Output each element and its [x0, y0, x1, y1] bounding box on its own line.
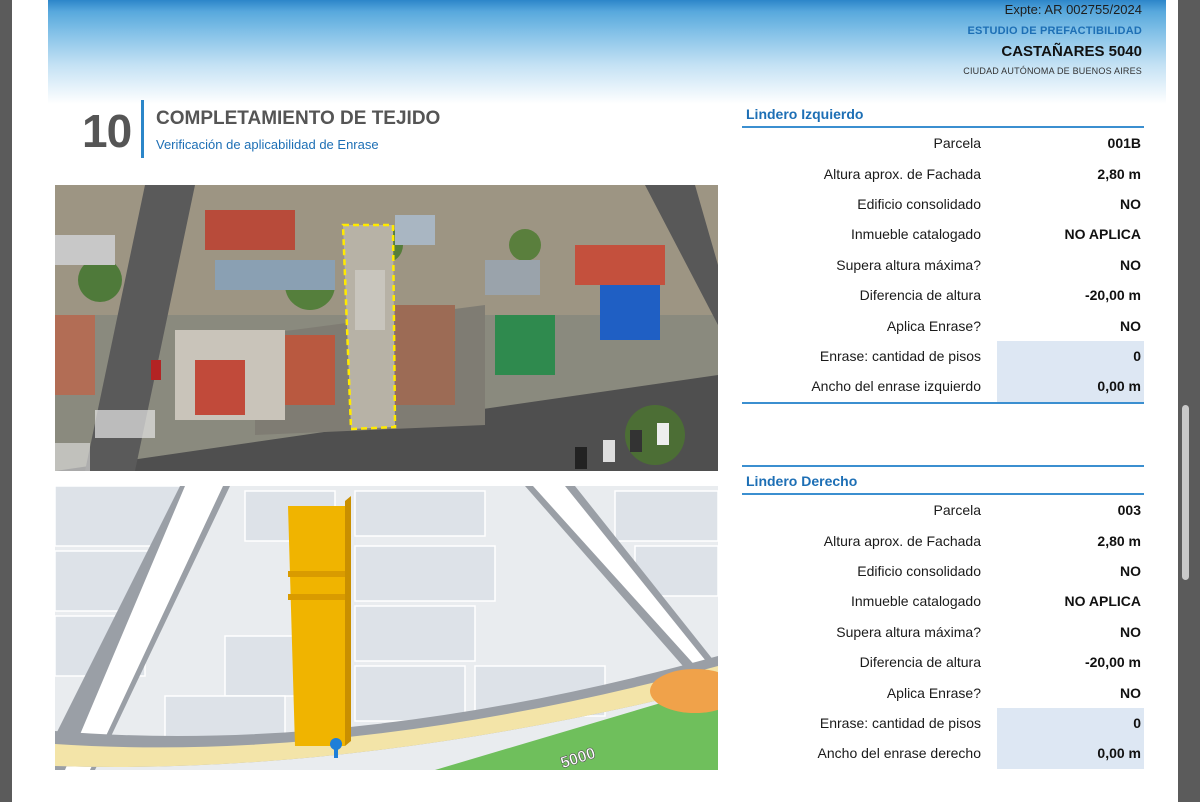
- table-row: Ancho del enrase izquierdo 0,00 m: [742, 371, 1144, 402]
- table-row: Altura aprox. de Fachada 2,80 m: [823, 165, 1141, 182]
- scrollbar-thumb[interactable]: [1182, 405, 1189, 580]
- lindero-derecho-table: Lindero Derecho Parcela 003 Altura aprox.…: [742, 465, 1144, 769]
- table-row: Enrase: cantidad de pisos 0: [742, 707, 1144, 739]
- section-title: COMPLETAMIENTO DE TEJIDO: [156, 108, 441, 129]
- vertical-scrollbar[interactable]: [1181, 0, 1191, 802]
- table-row: Aplica Enrase? NO: [886, 317, 1141, 334]
- expediente-number: Expte: AR 002755/2024: [1004, 2, 1142, 17]
- city-name: CIUDAD AUTÓNOMA DE BUENOS AIRES: [963, 66, 1142, 76]
- table-bottom-rule: [742, 401, 1144, 404]
- table-row: Supera altura máxima? NO: [836, 623, 1141, 640]
- table-row: Edificio consolidado NO: [857, 562, 1141, 579]
- lindero-izquierdo-table: Lindero Izquierdo Parcela 001B Altura apr…: [742, 103, 1144, 404]
- study-type: ESTUDIO DE PREFACTIBILIDAD: [967, 25, 1142, 37]
- table-row: Inmueble catalogado NO APLICA: [851, 593, 1141, 610]
- header-banner: Expte: AR 002755/2024 ESTUDIO DE PREFACT…: [48, 0, 1166, 104]
- lindero-derecho-title: Lindero Derecho: [742, 465, 1144, 495]
- table-row: Altura aprox. de Fachada 2,80 m: [823, 532, 1141, 549]
- section-number: 10: [82, 105, 132, 157]
- table-row: Ancho del enrase derecho 0,00 m: [742, 738, 1144, 769]
- aerial-photo: [55, 185, 718, 471]
- table-row: Supera altura máxima? NO: [836, 256, 1141, 273]
- lindero-izquierdo-title: Lindero Izquierdo: [742, 103, 1144, 128]
- document-page: Expte: AR 002755/2024 ESTUDIO DE PREFACT…: [12, 0, 1178, 802]
- table-row: Diferencia de altura -20,00 m: [859, 287, 1141, 304]
- massing-3d-map: 5000: [55, 486, 718, 770]
- table-row: Inmueble catalogado NO APLICA: [851, 226, 1141, 243]
- table-row: Parcela 003: [933, 502, 1141, 519]
- section-subtitle: Verificación de aplicabilidad de Enrase: [156, 137, 379, 152]
- table-row: Parcela 001B: [933, 135, 1141, 152]
- property-address: CASTAÑARES 5040: [1001, 43, 1142, 60]
- table-row: Enrase: cantidad de pisos 0: [742, 340, 1144, 372]
- table-row: Edificio consolidado NO: [857, 195, 1141, 212]
- table-row: Diferencia de altura -20,00 m: [859, 654, 1141, 671]
- table-row: Aplica Enrase? NO: [886, 684, 1141, 701]
- section-divider: [141, 100, 144, 158]
